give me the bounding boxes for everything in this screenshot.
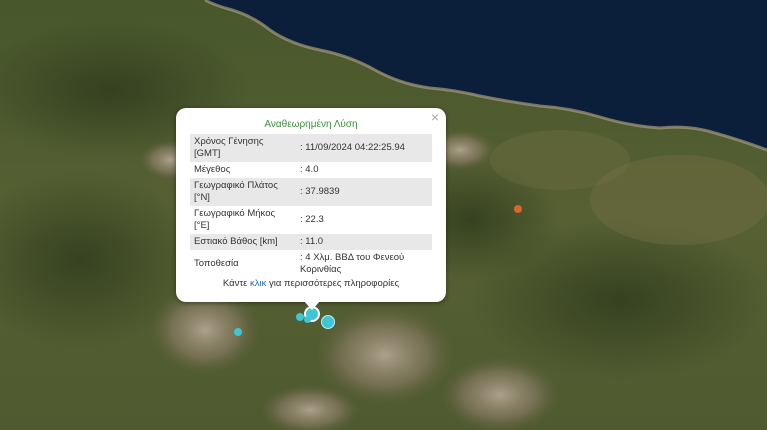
table-row: Γεωγραφικό Μήκος [°E] : 22.3 [190, 206, 432, 234]
popup-tip [303, 300, 321, 310]
depth-value: : 11.0 [296, 234, 432, 250]
location-label: Τοποθεσία [194, 258, 239, 269]
table-row: Μέγεθος : 4.0 [190, 162, 432, 178]
earthquake-marker[interactable] [234, 328, 242, 336]
magnitude-value: : 4.0 [300, 164, 319, 175]
popup-title: Αναθεωρημένη Λύση [264, 119, 358, 130]
origin-time-label: Χρόνος Γένησης [GMT] [190, 134, 296, 162]
latitude-label: Γεωγραφικό Πλάτος [°N] [190, 178, 296, 206]
footer-suffix: για περισσότερες πληροφορίες [266, 278, 400, 289]
latitude-value: : 37.9839 [296, 178, 432, 206]
table-row: Χρόνος Γένησης [GMT] : 11/09/2024 04:22:… [190, 134, 432, 162]
earthquake-marker[interactable] [296, 313, 304, 321]
popup-footer: Κάντε κλικ για περισσότερες πληροφορίες [176, 278, 446, 289]
table-row: Τοποθεσία : 4 Χλμ. ΒΒΔ του Φενεού Κορινθ… [190, 250, 432, 278]
origin-time-value: : 11/09/2024 04:22:25.94 [296, 134, 432, 162]
table-row: Γεωγραφικό Πλάτος [°N] : 37.9839 [190, 178, 432, 206]
longitude-value: : 22.3 [300, 214, 324, 225]
longitude-label: Γεωγραφικό Μήκος [°E] [194, 208, 276, 231]
table-row: Εστιακό Βάθος [km] : 11.0 [190, 234, 432, 250]
earthquake-info-popup: × Αναθεωρημένη Λύση Χρόνος Γένησης [GMT]… [176, 108, 446, 302]
more-info-link[interactable]: κλικ [250, 278, 266, 289]
magnitude-label: Μέγεθος [194, 164, 231, 175]
location-value: : 4 Χλμ. ΒΒΔ του Φενεού Κορινθίας [300, 252, 405, 275]
earthquake-marker[interactable] [321, 315, 335, 329]
footer-prefix: Κάντε [222, 278, 250, 289]
info-table: Χρόνος Γένησης [GMT] : 11/09/2024 04:22:… [190, 134, 432, 278]
depth-label: Εστιακό Βάθος [km] [190, 234, 296, 250]
earthquake-marker[interactable] [304, 316, 311, 323]
earthquake-marker-orange[interactable] [514, 205, 522, 213]
